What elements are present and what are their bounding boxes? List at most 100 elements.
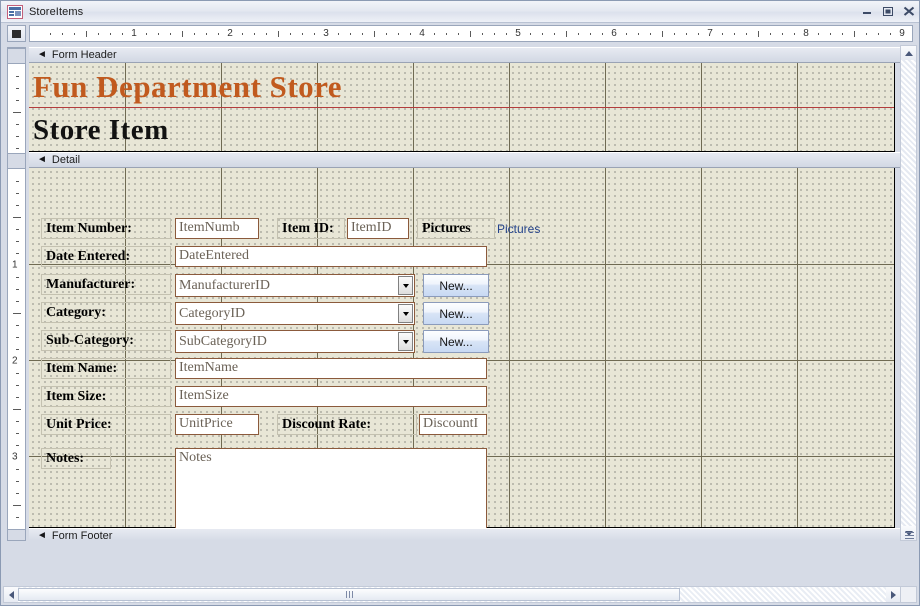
restore-button[interactable] [880, 4, 896, 18]
section-collapse-icon: ◄ [37, 154, 47, 165]
ruler-tick [16, 301, 19, 302]
ruler-tick [146, 33, 147, 35]
ruler-tick [242, 33, 243, 35]
discount-rate-label[interactable]: Discount Rate: [277, 414, 417, 435]
ruler-mark: 1 [131, 28, 137, 39]
section-label-detail: Detail [51, 154, 81, 166]
chevron-down-icon[interactable] [398, 304, 413, 323]
vertical-scrollbar-track[interactable] [901, 60, 916, 526]
subcategory-combobox[interactable]: SubCategoryID [175, 330, 415, 353]
vertical-scrollbar[interactable] [900, 45, 917, 541]
minimize-button[interactable] [859, 4, 875, 18]
ruler-tick [470, 31, 471, 37]
ruler-tick [506, 33, 507, 35]
horizontal-scrollbar-thumb[interactable] [18, 588, 680, 601]
ruler-tick [16, 88, 19, 89]
section-bar-form-footer[interactable]: ◄ Form Footer [29, 528, 913, 541]
company-title-label[interactable]: Fun Department Store [33, 69, 342, 103]
new-category-button[interactable]: New... [423, 302, 489, 325]
ruler-tick [50, 33, 51, 35]
form-selector-button[interactable] [7, 25, 26, 42]
detail-section[interactable]: Item Number: ItemNumb Item ID: ItemID Pi… [29, 168, 895, 541]
ruler-tick [818, 33, 819, 35]
chevron-down-icon[interactable] [398, 332, 413, 351]
ruler-tick [74, 33, 75, 35]
ruler-tick [314, 33, 315, 35]
new-manufacturer-button[interactable]: New... [423, 274, 489, 297]
horizontal-scrollbar[interactable] [3, 586, 901, 603]
section-bar-form-header[interactable]: ◄ Form Header [29, 47, 913, 63]
new-subcategory-button[interactable]: New... [423, 330, 489, 353]
access-form-design-window: StoreItems 123456789 123 ◄ Form Header F… [0, 0, 920, 606]
ruler-tick [746, 33, 747, 35]
form-title-label[interactable]: Store Item [33, 113, 169, 147]
ruler-tick [16, 100, 19, 101]
ruler-mark: 5 [515, 28, 521, 39]
category-field-value: CategoryID [179, 305, 246, 321]
scroll-up-icon[interactable] [901, 46, 916, 60]
ruler-tick [722, 33, 723, 35]
form-design-canvas[interactable]: ◄ Form Header Fun Department Store Store… [29, 47, 913, 541]
date-entered-field[interactable]: DateEntered [175, 246, 487, 267]
scrollbar-corner [900, 586, 917, 603]
ruler-mark: 7 [707, 28, 713, 39]
form-header-section[interactable]: Fun Department Store Store Item [29, 63, 895, 152]
vertical-scrollbar-thumb[interactable] [905, 532, 914, 539]
vertical-ruler[interactable]: 1 2 3 [7, 47, 26, 541]
chevron-down-icon[interactable] [398, 276, 413, 295]
unit-price-field[interactable]: UnitPrice [175, 414, 259, 435]
ruler-tick [16, 325, 19, 326]
category-combobox[interactable]: CategoryID [175, 302, 415, 325]
horizontal-ruler[interactable]: 1 2 3 4 5 6 7 8 9 [29, 25, 913, 42]
date-entered-label[interactable]: Date Entered: [41, 246, 171, 267]
ruler-tick [662, 31, 663, 37]
ruler-mark: 3 [323, 28, 329, 39]
ruler-tick [530, 33, 531, 35]
ruler-mark: 4 [419, 28, 425, 39]
section-collapse-icon: ◄ [37, 49, 47, 60]
manufacturer-field-value: ManufacturerID [179, 277, 270, 293]
ruler-tick [734, 33, 735, 35]
ruler-tick [290, 33, 291, 35]
item-id-label[interactable]: Item ID: [277, 218, 345, 239]
ruler-tick [16, 469, 19, 470]
item-number-label[interactable]: Item Number: [41, 218, 171, 239]
category-label[interactable]: Category: [41, 302, 171, 323]
ruler-tick [758, 31, 759, 37]
item-number-field[interactable]: ItemNumb [175, 218, 259, 239]
manufacturer-label[interactable]: Manufacturer: [41, 274, 171, 295]
item-size-label[interactable]: Item Size: [41, 386, 171, 407]
item-size-field[interactable]: ItemSize [175, 386, 487, 407]
ruler-tick [350, 33, 351, 35]
item-name-label[interactable]: Item Name: [41, 358, 171, 379]
pictures-label[interactable]: Pictures [417, 218, 495, 239]
ruler-tick [16, 181, 19, 182]
ruler-tick [866, 33, 867, 35]
item-name-field[interactable]: ItemName [175, 358, 487, 379]
ruler-tick [218, 33, 219, 35]
ruler-tick [842, 33, 843, 35]
section-bar-detail[interactable]: ◄ Detail [29, 152, 913, 168]
pictures-attachment-control[interactable]: Pictures [497, 218, 589, 239]
ruler-tick [374, 31, 375, 37]
ruler-tick [782, 33, 783, 35]
notes-label[interactable]: Notes: [41, 448, 111, 469]
subcategory-label[interactable]: Sub-Category: [41, 330, 171, 351]
ruler-tick [878, 33, 879, 35]
ruler-tick [602, 33, 603, 35]
window-titlebar: StoreItems [1, 1, 919, 23]
scroll-right-icon[interactable] [886, 587, 900, 602]
discount-rate-field[interactable]: DiscountI [419, 414, 487, 435]
scroll-left-icon[interactable] [4, 587, 18, 602]
ruler-tick [16, 76, 19, 77]
manufacturer-combobox[interactable]: ManufacturerID [175, 274, 415, 297]
unit-price-label[interactable]: Unit Price: [41, 414, 171, 435]
close-button[interactable] [901, 4, 917, 18]
item-id-field[interactable]: ItemID [347, 218, 409, 239]
ruler-tick [686, 33, 687, 35]
ruler-tick [410, 33, 411, 35]
ruler-tick [16, 205, 19, 206]
ruler-tick [16, 337, 19, 338]
ruler-tick [830, 33, 831, 35]
ruler-tick [16, 289, 19, 290]
